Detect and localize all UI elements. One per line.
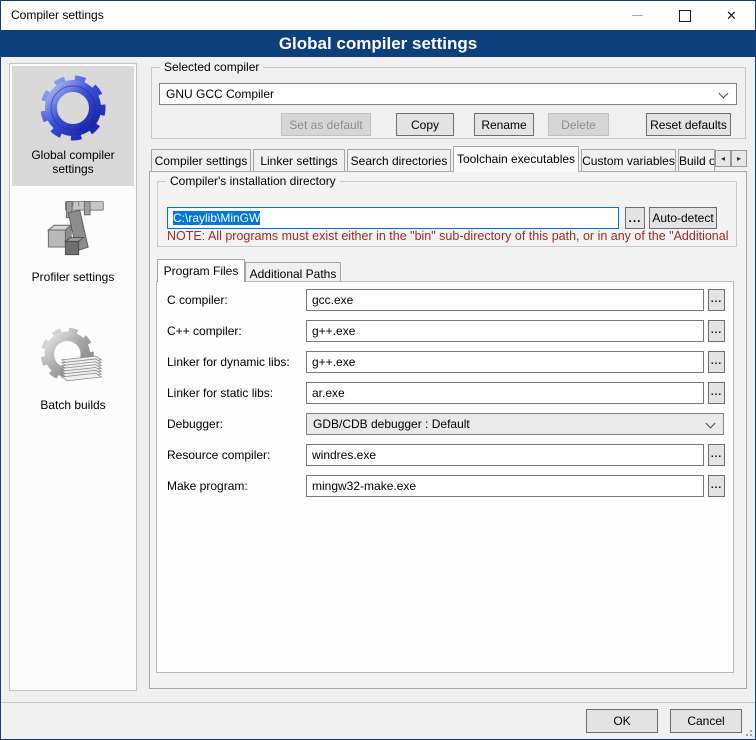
cancel-button[interactable]: Cancel — [670, 709, 742, 733]
tab-custom-variables[interactable]: Custom variables — [581, 149, 676, 172]
debugger-label: Debugger: — [167, 417, 223, 431]
chevron-down-icon — [706, 419, 716, 429]
c-compiler-browse-button[interactable]: ... — [708, 289, 725, 311]
resource-compiler-input[interactable]: windres.exe — [306, 444, 704, 466]
tab-toolchain-executables[interactable]: Toolchain executables — [453, 146, 579, 172]
sidebar-item-global-compiler-settings[interactable]: Global compiler settings — [12, 66, 134, 186]
minimize-button[interactable] — [614, 1, 661, 30]
tab-linker-settings[interactable]: Linker settings — [253, 149, 345, 172]
compiler-select-value: GNU GCC Compiler — [166, 87, 274, 101]
titlebar: Compiler settings ✕ — [1, 1, 755, 30]
resource-compiler-browse-button[interactable]: ... — [708, 444, 725, 466]
tab-program-files[interactable]: Program Files — [157, 259, 245, 282]
c-compiler-input[interactable]: gcc.exe — [306, 289, 704, 311]
dialog-header-title: Global compiler settings — [279, 34, 477, 54]
make-program-label: Make program: — [167, 479, 248, 493]
arrow-right-icon: ▸ — [737, 154, 741, 163]
compiler-settings-window: Compiler settings ✕ Global compiler sett… — [0, 0, 756, 740]
linker-for-static-libs-input[interactable]: ar.exe — [306, 382, 704, 404]
debugger-value: GDB/CDB debugger : Default — [313, 417, 470, 431]
maximize-icon — [679, 10, 691, 22]
debugger-select[interactable]: GDB/CDB debugger : Default — [306, 413, 724, 435]
minimize-icon — [632, 15, 643, 16]
sidebar-item-label: Batch builds — [12, 396, 134, 414]
linker-for-dynamic-libs-browse-button[interactable]: ... — [708, 351, 725, 373]
footer-divider — [1, 702, 755, 703]
close-icon: ✕ — [726, 9, 737, 22]
installation-directory-input[interactable]: C:\raylib\MinGW — [167, 207, 619, 229]
installation-directory-value: C:\raylib\MinGW — [173, 211, 260, 225]
auto-detect-button[interactable]: Auto-detect — [649, 207, 717, 229]
set-as-default-button[interactable]: Set as default — [281, 113, 371, 136]
gray-gear-stack-icon — [37, 322, 109, 394]
dialog-header: Global compiler settings — [1, 30, 755, 57]
make-program-browse-button[interactable]: ... — [708, 475, 725, 497]
sidebar-item-batch-builds[interactable]: Batch builds — [12, 316, 134, 420]
ok-button[interactable]: OK — [586, 709, 658, 733]
rename-button[interactable]: Rename — [474, 113, 534, 136]
settings-category-list: Global compiler settings Profiler settin… — [9, 63, 137, 691]
tab-additional-paths[interactable]: Additional Paths — [245, 262, 341, 282]
sidebar-item-profiler-settings[interactable]: Profiler settings — [12, 188, 134, 296]
installation-directory-browse-button[interactable]: ... — [625, 207, 645, 229]
copy-button[interactable]: Copy — [396, 113, 454, 136]
arrow-left-icon: ◂ — [721, 154, 725, 163]
bin-subdirectory-note: NOTE: All programs must exist either in … — [167, 229, 735, 243]
resize-grip-icon[interactable] — [742, 726, 752, 736]
sidebar-item-label: Global compiler settings — [12, 146, 134, 178]
tab-compiler-settings[interactable]: Compiler settings — [151, 149, 251, 172]
tab-scroll-left-button[interactable]: ◂ — [715, 150, 731, 167]
close-button[interactable]: ✕ — [708, 1, 755, 30]
linker-for-static-libs-label: Linker for static libs: — [167, 386, 273, 400]
make-program-input[interactable]: mingw32-make.exe — [306, 475, 704, 497]
c-compiler-browse-button[interactable]: ... — [708, 320, 725, 342]
caliper-icon — [37, 194, 109, 266]
c-compiler-label: C compiler: — [167, 293, 228, 307]
maximize-button[interactable] — [661, 1, 708, 30]
c-compiler-input[interactable]: g++.exe — [306, 320, 704, 342]
chevron-down-icon — [719, 89, 729, 99]
tab-search-directories[interactable]: Search directories — [347, 149, 451, 172]
blue-gear-icon — [37, 72, 109, 144]
selected-compiler-group-label: Selected compiler — [160, 60, 263, 74]
tab-build-options[interactable]: Build options — [678, 149, 715, 172]
reset-defaults-button[interactable]: Reset defaults — [646, 113, 731, 136]
c-compiler-label: C++ compiler: — [167, 324, 242, 338]
compiler-select[interactable]: GNU GCC Compiler — [159, 83, 737, 105]
tab-scroll-right-button[interactable]: ▸ — [731, 150, 747, 167]
linker-for-static-libs-browse-button[interactable]: ... — [708, 382, 725, 404]
installation-directory-group-label: Compiler's installation directory — [166, 174, 340, 188]
window-title: Compiler settings — [11, 1, 104, 30]
resource-compiler-label: Resource compiler: — [167, 448, 270, 462]
delete-button[interactable]: Delete — [548, 113, 609, 136]
window-controls: ✕ — [614, 1, 755, 30]
linker-for-dynamic-libs-label: Linker for dynamic libs: — [167, 355, 290, 369]
linker-for-dynamic-libs-input[interactable]: g++.exe — [306, 351, 704, 373]
sidebar-item-label: Profiler settings — [12, 268, 134, 286]
